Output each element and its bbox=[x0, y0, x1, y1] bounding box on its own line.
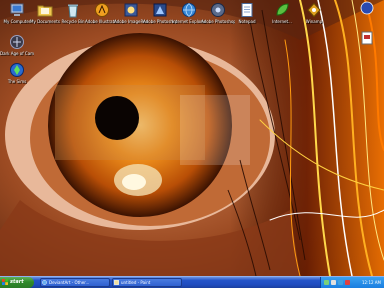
leaf-icon bbox=[276, 3, 289, 16]
document-icon bbox=[361, 31, 373, 45]
desktop-icon-dark-age[interactable]: Dark Age of Camelot bbox=[0, 34, 34, 56]
system-tray: 12:12 AM bbox=[320, 277, 384, 288]
wallpaper-eye bbox=[0, 0, 384, 276]
taskbar-item-label: DeviantArt - Other... bbox=[49, 280, 90, 285]
desktop-icon-ie-shortcut[interactable]: Internet... bbox=[265, 2, 299, 24]
photoshop-icon bbox=[153, 3, 167, 17]
desktop-icon-label: Dark Age of Camelot bbox=[0, 51, 34, 56]
desktop-icon-winamp[interactable]: Winamp bbox=[297, 2, 331, 24]
game-icon bbox=[10, 35, 24, 49]
desktop-icon-label: Internet... bbox=[272, 19, 292, 24]
desktop-icon-label: The Sims bbox=[7, 79, 27, 84]
desktop-icon-right-2[interactable] bbox=[350, 30, 384, 46]
app-icon bbox=[360, 1, 374, 15]
messenger-icon[interactable] bbox=[338, 280, 343, 285]
illustrator-icon bbox=[95, 3, 109, 17]
desktop-icon-notepad[interactable]: Notepad bbox=[230, 2, 264, 24]
network-icon[interactable] bbox=[324, 280, 329, 285]
desktop: My Computer My Documents Recycle Bin Ado… bbox=[0, 0, 384, 276]
taskbar-item-label: untitled - Paint bbox=[121, 280, 151, 285]
imageready-icon bbox=[124, 3, 138, 17]
globe-icon bbox=[182, 3, 196, 17]
computer-icon bbox=[10, 3, 24, 16]
recycle-bin-icon bbox=[68, 4, 78, 18]
clock[interactable]: 12:12 AM bbox=[362, 277, 381, 288]
start-button[interactable]: start bbox=[0, 277, 34, 288]
windows-flag-icon bbox=[2, 279, 8, 285]
desktop-icon-label: Notepad bbox=[238, 19, 256, 24]
notepad-icon bbox=[241, 3, 253, 17]
start-label: start bbox=[10, 279, 24, 285]
eye-photoshop-icon bbox=[211, 3, 225, 17]
volume-icon[interactable] bbox=[331, 280, 336, 285]
desktop-icon-right-1[interactable] bbox=[350, 0, 384, 16]
folder-icon bbox=[37, 5, 53, 17]
taskbar-item-paint[interactable]: untitled - Paint bbox=[112, 278, 182, 287]
security-icon[interactable] bbox=[345, 280, 350, 285]
taskbar: start DeviantArt - Other... untitled - P… bbox=[0, 276, 384, 288]
winamp-icon bbox=[307, 2, 321, 18]
taskbar-item-browser[interactable]: DeviantArt - Other... bbox=[40, 278, 110, 287]
paint-icon bbox=[114, 280, 119, 285]
desktop-icon-sims[interactable]: The Sims bbox=[0, 62, 34, 84]
desktop-icon-label: Winamp bbox=[305, 19, 323, 24]
browser-icon bbox=[42, 280, 47, 285]
sims-icon bbox=[10, 63, 24, 77]
